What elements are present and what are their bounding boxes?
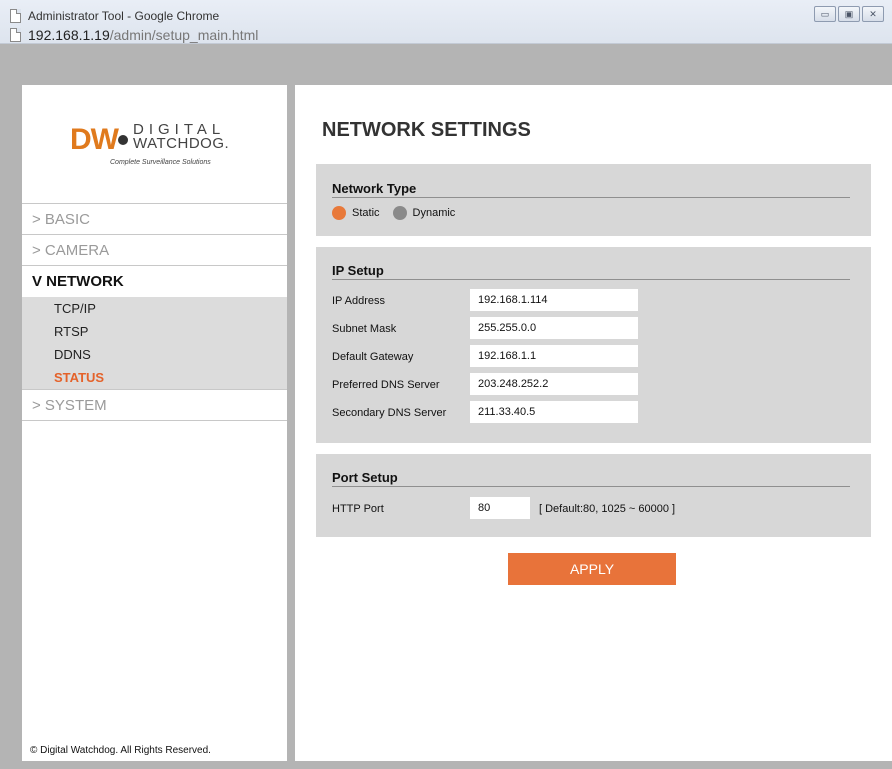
section-divider xyxy=(332,197,850,198)
secondary-dns-input[interactable]: 211.33.40.5 xyxy=(470,401,638,423)
logo: DW DIGITAL WATCHDOG. Complete Surveillan… xyxy=(70,121,250,171)
logo-mark: DW xyxy=(70,123,119,156)
page-icon xyxy=(10,9,21,23)
static-radio[interactable] xyxy=(332,206,346,220)
apply-button[interactable]: APPLY xyxy=(508,553,676,585)
sidebar-item-basic[interactable]: > BASIC xyxy=(22,204,287,235)
port-setup-section: Port Setup HTTP Port 80 [ Default:80, 10… xyxy=(316,454,871,537)
page-icon xyxy=(10,28,21,42)
main-panel: NETWORK SETTINGS Network Type Static Dyn… xyxy=(295,85,892,761)
static-radio-label: Static xyxy=(352,207,380,219)
preferred-dns-label: Preferred DNS Server xyxy=(332,379,440,391)
address-bar[interactable]: 192.168.1.19/admin/setup_main.html xyxy=(10,26,258,44)
url-host: 192.168.1.19 xyxy=(28,27,110,43)
window-titlebar: Administrator Tool - Google Chrome ▭ ▣ ✕… xyxy=(0,0,892,44)
logo-line2: WATCHDOG. xyxy=(133,135,230,152)
submenu-item-rtsp[interactable]: RTSP xyxy=(22,320,287,343)
section-divider xyxy=(332,279,850,280)
url-text: 192.168.1.19/admin/setup_main.html xyxy=(28,27,258,43)
ip-address-label: IP Address xyxy=(332,295,385,307)
logo-tagline: Complete Surveillance Solutions xyxy=(110,159,211,166)
default-gateway-input[interactable]: 192.168.1.1 xyxy=(470,345,638,367)
dynamic-radio[interactable] xyxy=(392,206,407,220)
subnet-mask-label: Subnet Mask xyxy=(332,323,397,335)
sidebar-item-system[interactable]: > SYSTEM xyxy=(22,390,287,421)
dynamic-radio-label: Dynamic xyxy=(412,207,456,219)
sidebar-item-camera[interactable]: > CAMERA xyxy=(22,235,287,266)
copyright-text: © Digital Watchdog. All Rights Reserved. xyxy=(30,745,211,756)
network-submenu: TCP/IP RTSP DDNS STATUS xyxy=(22,297,287,390)
subnet-mask-input[interactable]: 255.255.0.0 xyxy=(470,317,638,339)
section-title: Port Setup xyxy=(332,470,398,485)
submenu-item-ddns[interactable]: DDNS xyxy=(22,343,287,366)
window-title: Administrator Tool - Google Chrome xyxy=(28,9,220,23)
http-port-input[interactable]: 80 xyxy=(470,497,530,519)
sidebar-item-network[interactable]: V NETWORK xyxy=(22,266,287,297)
submenu-item-tcpip[interactable]: TCP/IP xyxy=(22,297,287,320)
window-controls: ▭ ▣ ✕ xyxy=(814,6,884,22)
http-port-label: HTTP Port xyxy=(332,503,384,515)
default-gateway-label: Default Gateway xyxy=(332,351,414,363)
maximize-button[interactable]: ▣ xyxy=(838,6,860,22)
page-title: NETWORK SETTINGS xyxy=(322,119,531,141)
window-title-row: Administrator Tool - Google Chrome xyxy=(10,6,219,26)
network-type-section: Network Type Static Dynamic xyxy=(316,164,871,236)
sidebar: DW DIGITAL WATCHDOG. Complete Surveillan… xyxy=(22,85,287,761)
url-path: /admin/setup_main.html xyxy=(109,27,259,43)
ip-setup-section: IP Setup IP Address 192.168.1.114 Subnet… xyxy=(316,247,871,443)
submenu-item-status[interactable]: STATUS xyxy=(22,366,287,389)
logo-dot xyxy=(118,135,128,145)
minimize-button[interactable]: ▭ xyxy=(814,6,836,22)
section-divider xyxy=(332,486,850,487)
preferred-dns-input[interactable]: 203.248.252.2 xyxy=(470,373,638,395)
sidebar-nav: > BASIC > CAMERA V NETWORK TCP/IP RTSP D… xyxy=(22,203,287,421)
network-type-options: Static Dynamic xyxy=(332,206,455,220)
section-title: Network Type xyxy=(332,181,417,196)
http-port-note: [ Default:80, 1025 ~ 60000 ] xyxy=(539,503,676,515)
section-title: IP Setup xyxy=(332,263,384,278)
ip-address-input[interactable]: 192.168.1.114 xyxy=(470,289,638,311)
secondary-dns-label: Secondary DNS Server xyxy=(332,407,447,419)
close-button[interactable]: ✕ xyxy=(862,6,884,22)
